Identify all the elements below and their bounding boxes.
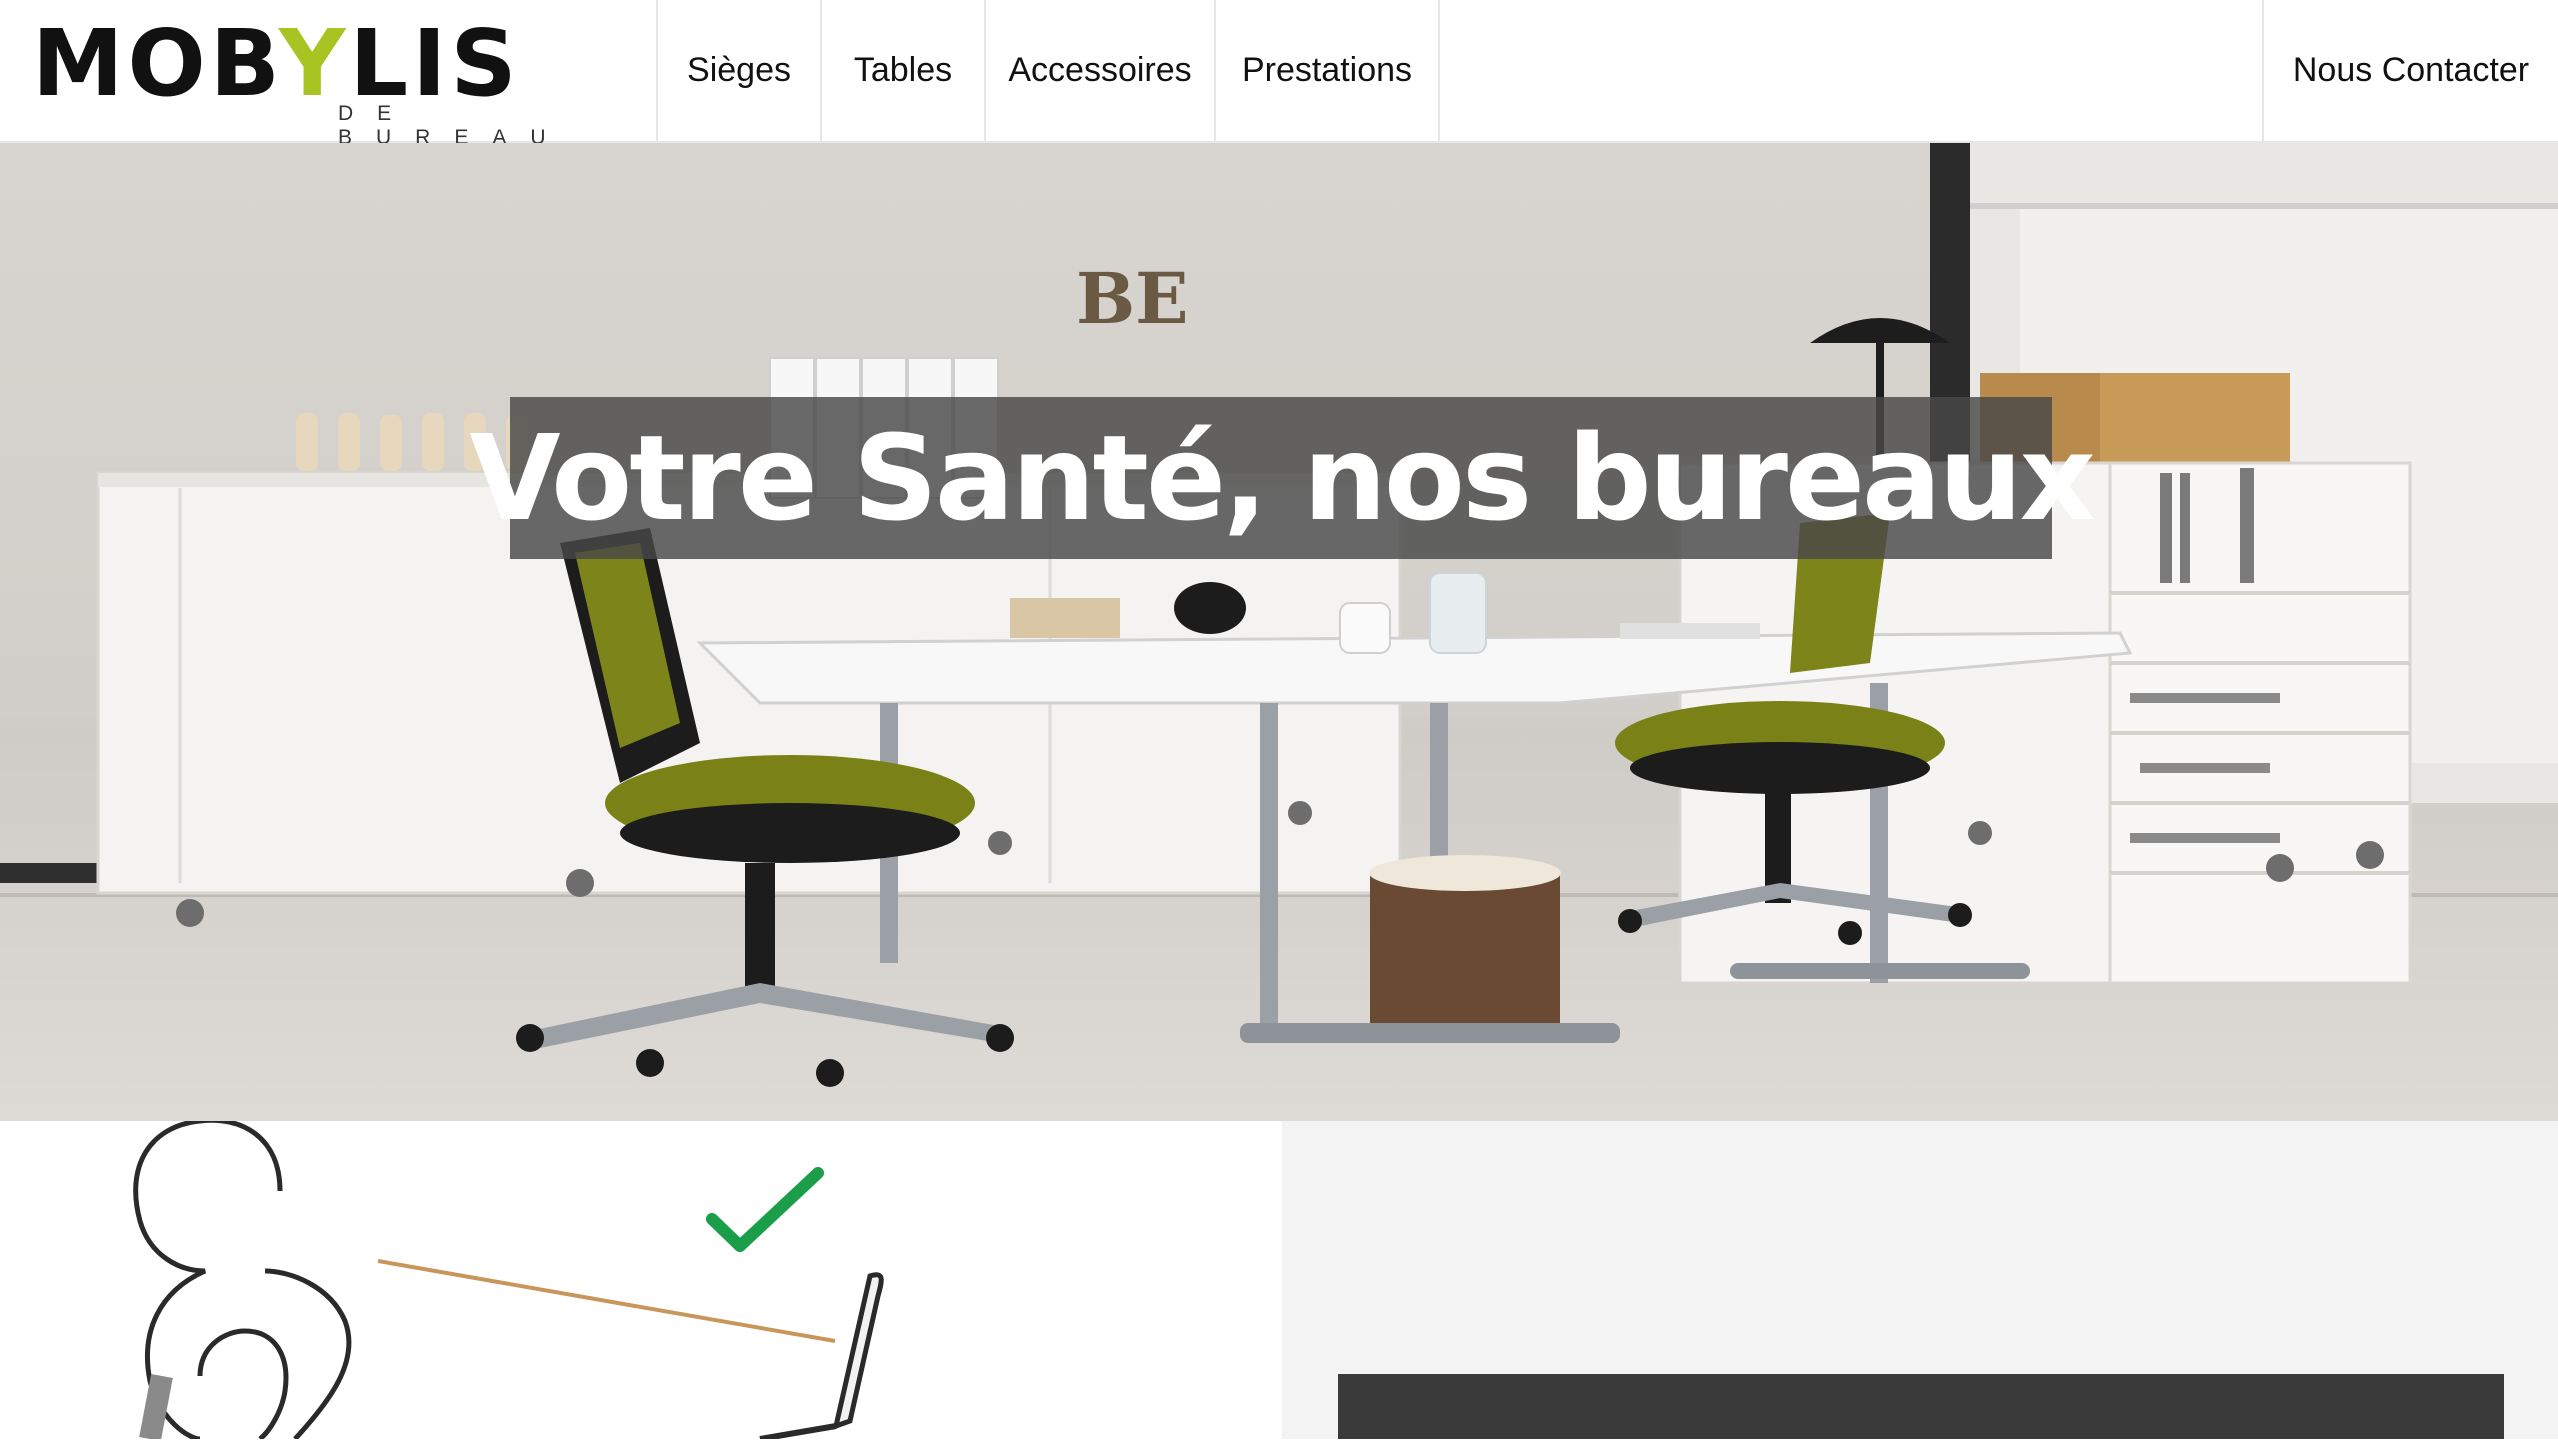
wall-letters: BE — [1076, 257, 1189, 340]
nav-item-accessoires[interactable]: Accessoires — [984, 0, 1214, 141]
nav-item-prestations[interactable]: Prestations — [1214, 0, 1440, 141]
hero-title-band: Votre Santé, nos bureaux — [469, 397, 2096, 559]
logo-accent-letter: Y — [278, 10, 350, 117]
laptop-icon — [759, 1272, 884, 1442]
hero-banner: BE Votre Santé, nos bureaux — [0, 143, 2558, 1121]
logo-wordmark: MOBYLIS — [32, 10, 521, 117]
ergonomics-illustration — [133, 1117, 884, 1442]
hero-office-image: BE — [0, 143, 2558, 1087]
ergonomics-illustration-panel — [0, 1117, 1282, 1442]
nav-item-tables[interactable]: Tables — [820, 0, 984, 141]
site-header: MOBYLIS DE BUREAU Sièges Tables Accessoi… — [0, 0, 2558, 150]
mobylis-logo[interactable]: MOBYLIS DE BUREAU — [32, 10, 612, 150]
nav-item-sieges[interactable]: Sièges — [656, 0, 820, 141]
nav-contact-link[interactable]: Nous Contacter — [2262, 0, 2558, 141]
hero-title: Votre Santé, nos bureaux — [469, 409, 2095, 547]
main-nav: Sièges Tables Accessoires Prestations — [656, 0, 1440, 141]
dark-content-block — [1338, 1374, 2504, 1439]
checkmark-icon — [706, 1167, 824, 1252]
person-outline-icon — [133, 1117, 352, 1442]
